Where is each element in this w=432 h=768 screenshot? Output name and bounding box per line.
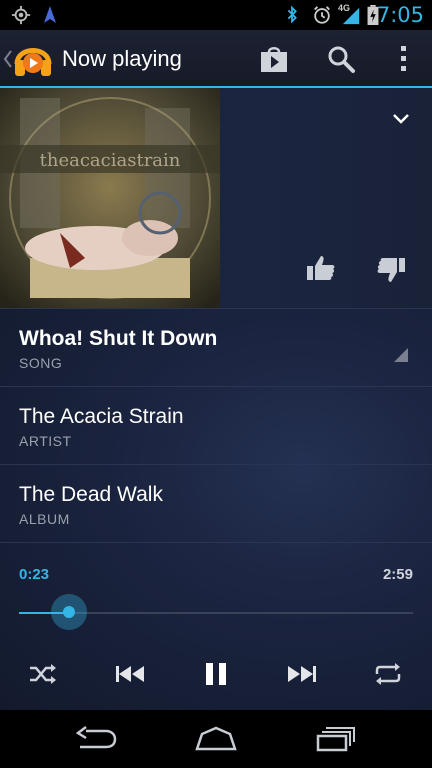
signal-icon (342, 7, 360, 25)
recent-apps-button[interactable] (296, 722, 376, 756)
thumbs-down-button[interactable] (370, 250, 412, 290)
home-icon (195, 726, 237, 751)
thumbs-up-button[interactable] (300, 248, 342, 288)
next-button[interactable] (274, 654, 330, 694)
repeat-icon (375, 663, 401, 685)
song-row[interactable]: Whoa! Shut It Down SONG (0, 308, 432, 386)
status-time: 7:05 (376, 3, 424, 27)
alarm-icon (314, 6, 330, 24)
album-label: ALBUM (19, 511, 70, 527)
chevron-down-icon (393, 114, 409, 124)
page-title: Now playing (62, 46, 182, 71)
action-bar: Now playing (0, 30, 432, 88)
previous-icon (116, 666, 144, 682)
now-playing-details: Whoa! Shut It Down SONG The Acacia Strai… (0, 308, 432, 710)
divider (0, 542, 432, 543)
search-icon (328, 46, 355, 73)
back-icon (75, 726, 117, 749)
shop-button[interactable] (251, 36, 297, 82)
search-button[interactable] (318, 36, 364, 82)
song-title: Whoa! Shut It Down (19, 327, 218, 350)
gps-icon (11, 5, 31, 25)
current-time: 0:23 (19, 566, 50, 583)
song-label: SONG (19, 355, 63, 371)
album-name: The Dead Walk (19, 483, 163, 506)
bluetooth-icon (287, 5, 297, 24)
shop-icon (261, 47, 287, 72)
overflow-menu-icon (401, 46, 406, 71)
artist-name: The Acacia Strain (19, 405, 184, 428)
collapse-button[interactable] (388, 108, 414, 130)
shuffle-button[interactable] (15, 654, 71, 694)
previous-button[interactable] (102, 654, 158, 694)
album-art-image: theacaciastrain (0, 88, 220, 308)
thumbs-up-icon (307, 256, 335, 280)
overflow-menu-button[interactable] (381, 36, 427, 82)
status-bar: 4G 7:05 (0, 0, 432, 30)
pause-icon (206, 663, 226, 685)
thumbs-down-icon (377, 258, 405, 282)
repeat-button[interactable] (360, 654, 416, 694)
headphones-app-icon (14, 48, 52, 76)
navigation-icon (44, 6, 56, 23)
corner-triangle-icon (394, 348, 408, 362)
artist-label: ARTIST (19, 433, 72, 449)
pause-button[interactable] (188, 654, 244, 694)
system-navigation-bar (0, 710, 432, 768)
svg-text:theacaciastrain: theacaciastrain (40, 150, 181, 171)
recent-apps-icon (316, 727, 355, 752)
artist-row[interactable]: The Acacia Strain ARTIST (0, 386, 432, 464)
seek-thumb[interactable] (51, 594, 88, 630)
total-time: 2:59 (382, 566, 413, 583)
album-header: theacaciastrain (0, 88, 432, 308)
album-row[interactable]: The Dead Walk ALBUM (0, 464, 432, 542)
album-art[interactable]: theacaciastrain (0, 88, 220, 308)
next-icon (288, 666, 316, 682)
home-button[interactable] (176, 722, 256, 756)
up-navigation[interactable] (0, 30, 58, 88)
back-button[interactable] (56, 722, 136, 756)
shuffle-icon (30, 664, 56, 684)
